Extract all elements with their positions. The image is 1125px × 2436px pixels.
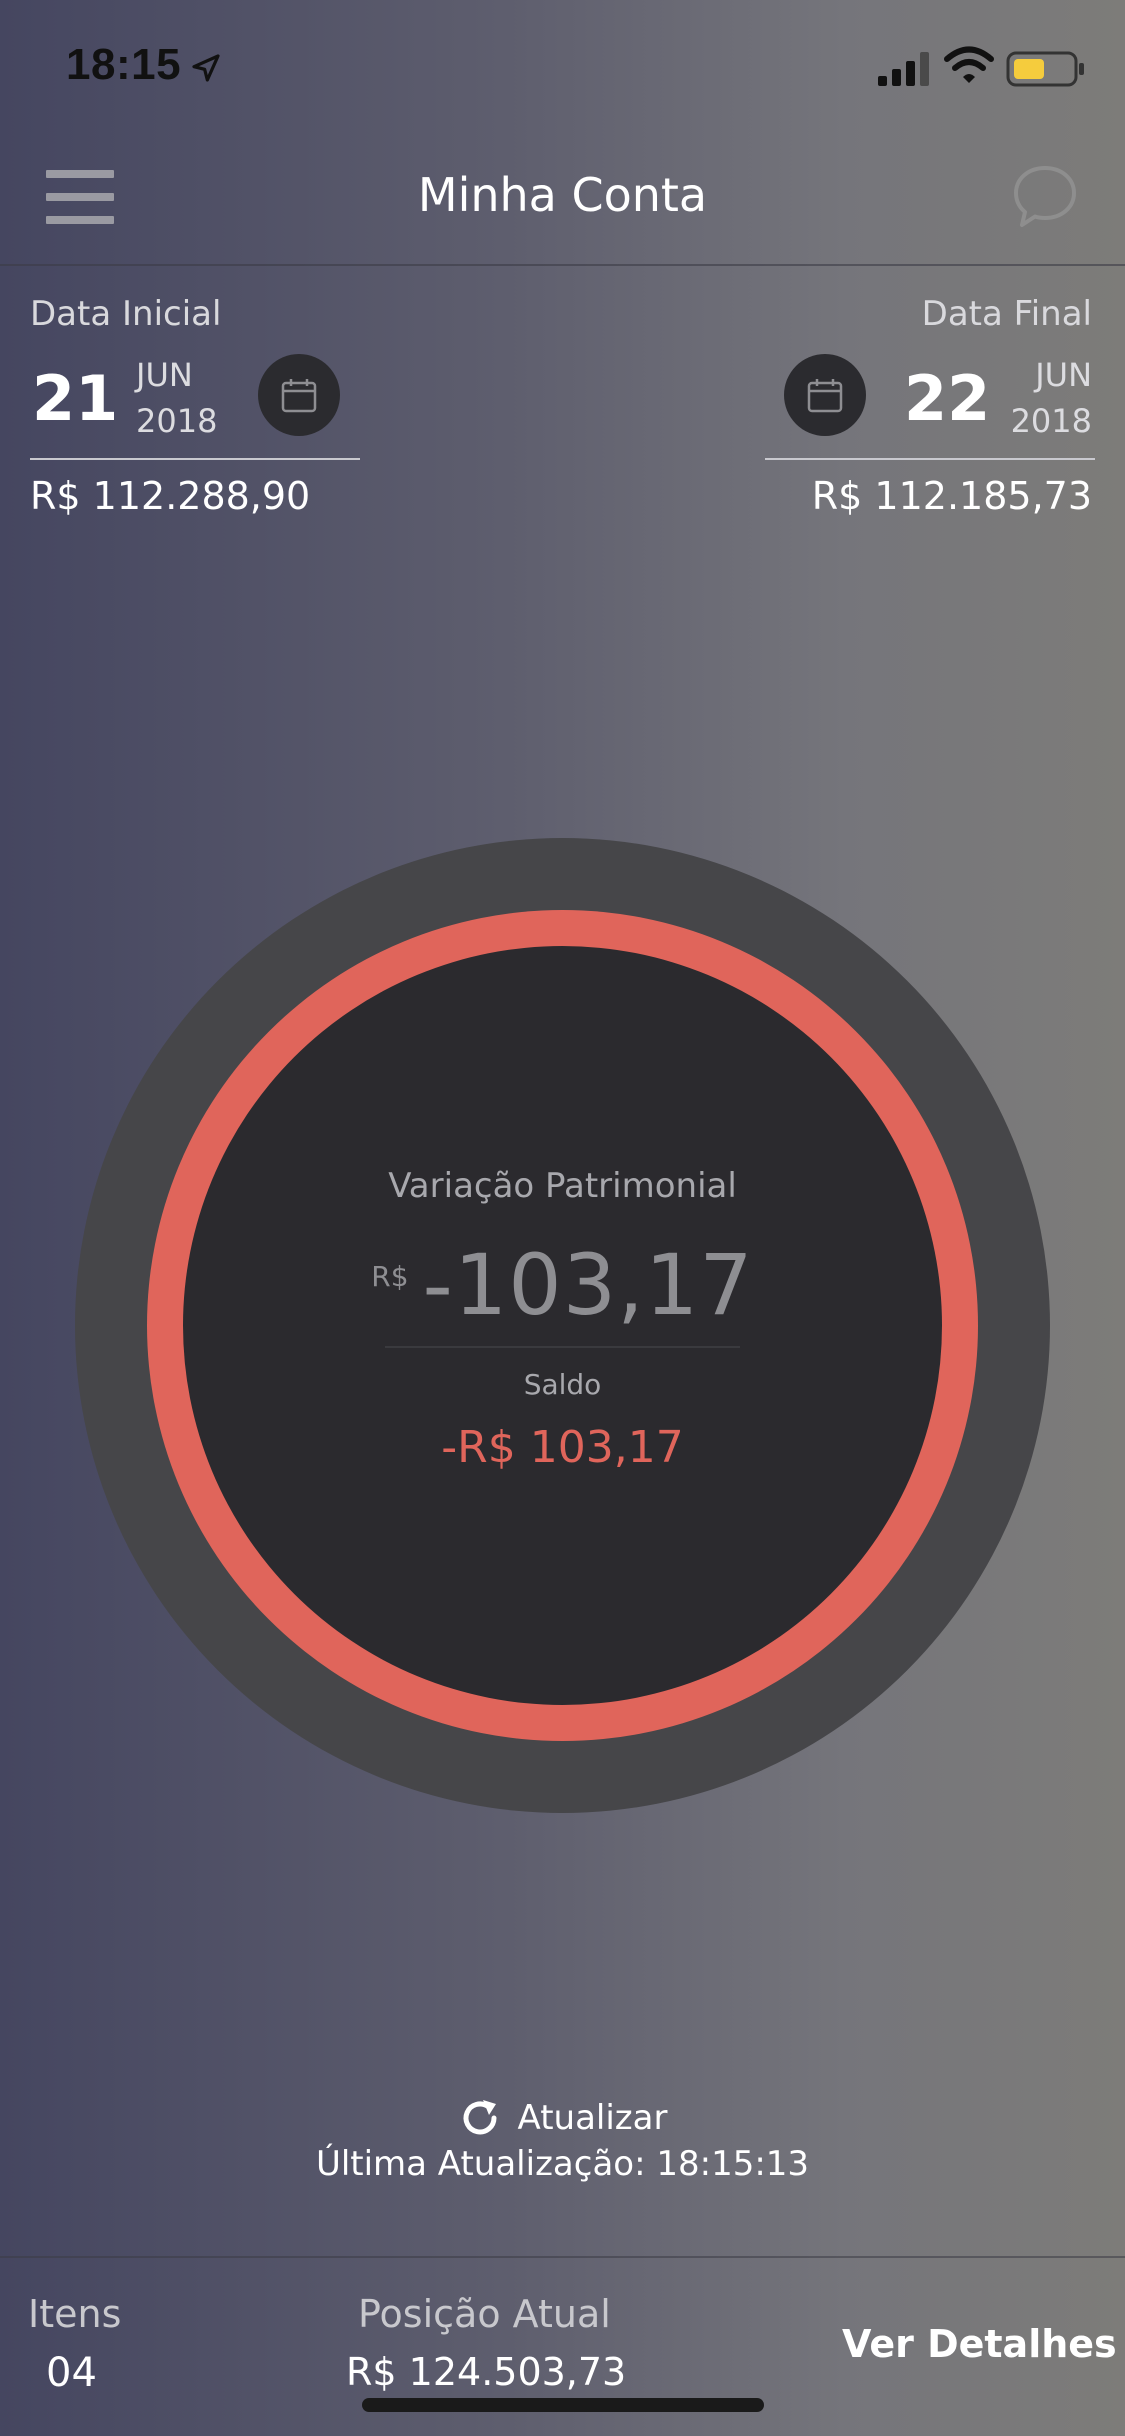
location-arrow-icon xyxy=(192,54,220,82)
variation-number: -103,17 xyxy=(422,1236,754,1334)
end-date-amount: R$ 112.185,73 xyxy=(811,474,1092,518)
battery-icon xyxy=(1006,51,1084,87)
variation-label: Variação Patrimonial xyxy=(388,1166,737,1206)
status-time: 18:15 xyxy=(66,40,182,89)
header-divider xyxy=(0,264,1125,266)
refresh-icon xyxy=(463,2100,497,2135)
end-date-label: Data Final xyxy=(921,294,1092,334)
end-date-divider xyxy=(765,458,1095,460)
start-date-amount: R$ 112.288,90 xyxy=(30,474,311,518)
wifi-icon xyxy=(944,46,994,83)
variation-value: R$ -103,17 xyxy=(0,1236,1125,1334)
calendar-icon xyxy=(281,379,317,413)
start-date-label: Data Inicial xyxy=(30,294,222,334)
details-button[interactable]: Ver Detalhes xyxy=(842,2322,1117,2366)
end-date-month: JUN xyxy=(1035,356,1092,394)
start-date-divider xyxy=(30,458,360,460)
start-date-day[interactable]: 21 xyxy=(32,362,118,435)
end-date-day[interactable]: 22 xyxy=(904,362,990,435)
variation-divider xyxy=(385,1346,740,1348)
variation-currency: R$ xyxy=(371,1260,409,1293)
app-screen: 18:15 Minha Conta Data Inicial 21 JUN 20… xyxy=(0,0,1125,2436)
refresh-button[interactable]: Atualizar xyxy=(0,2096,1125,2140)
end-date-calendar-button[interactable] xyxy=(784,354,866,436)
last-update-text: Última Atualização: 18:15:13 xyxy=(315,2144,810,2184)
calendar-icon xyxy=(807,379,843,413)
chat-bubble-icon[interactable] xyxy=(1010,162,1080,232)
items-value: 04 xyxy=(46,2350,97,2396)
footer-divider xyxy=(0,2256,1125,2258)
end-date-year: 2018 xyxy=(1010,402,1092,440)
cellular-signal-icon xyxy=(878,52,929,86)
refresh-label: Atualizar xyxy=(517,2098,668,2138)
start-date-year: 2018 xyxy=(136,402,218,440)
saldo-value: -R$ 103,17 xyxy=(441,1422,684,1473)
start-date-month: JUN xyxy=(136,356,193,394)
start-date-calendar-button[interactable] xyxy=(258,354,340,436)
items-label: Itens xyxy=(28,2292,122,2336)
page-title: Minha Conta xyxy=(417,168,708,222)
saldo-label: Saldo xyxy=(523,1368,602,1401)
home-indicator[interactable] xyxy=(362,2398,764,2412)
position-value: R$ 124.503,73 xyxy=(346,2350,627,2394)
position-label: Posição Atual xyxy=(358,2292,611,2336)
